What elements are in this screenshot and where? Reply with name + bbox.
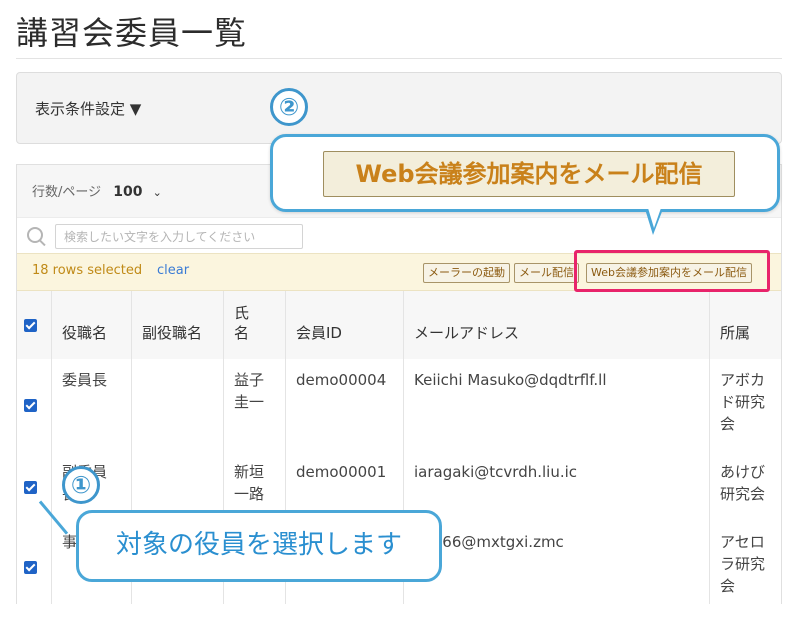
column-header-member-id[interactable]: 会員ID [285,291,403,359]
select-all-checkbox[interactable] [24,319,37,332]
filter-toggle[interactable]: 表示条件設定 ▼ [35,98,141,119]
search-input[interactable] [55,224,303,249]
column-header-name[interactable]: 氏名 [223,291,285,359]
web-meeting-mail-button-enlarged[interactable]: Web会議参加案内をメール配信 [323,151,735,197]
step-2-badge: ② [270,88,308,126]
cell-affiliation: アセロラ研究会 [709,521,781,604]
callout-pointer-inner [648,208,661,228]
mail-send-button[interactable]: メール配信 [514,263,579,283]
search-icon [27,227,43,243]
selection-count: 18 rows selected [32,263,143,278]
launch-mailer-button[interactable]: メーラーの起動 [423,263,510,283]
cell-email: a0666@mxtgxi.zmc [403,521,709,604]
callout-web-meeting: Web会議参加案内をメール配信 [270,134,780,235]
callout-select-members: 対象の役員を選択します [76,510,442,582]
row-checkbox[interactable] [24,481,37,494]
cell-name: 益子圭一 [223,359,285,451]
column-header-role[interactable]: 役職名 [51,291,131,359]
page-size-label: 行数/ページ [32,185,102,200]
step-1-badge: ① [62,466,100,504]
table-header: 役職名 副役職名 氏名 会員ID メールアドレス 所属 [17,291,781,360]
chevron-down-icon: ⌄ [152,186,162,199]
row-checkbox[interactable] [24,399,37,412]
column-header-sub-role[interactable]: 副役職名 [131,291,223,359]
cell-affiliation: アボカド研究会 [709,359,781,451]
page-size-selector[interactable]: 行数/ページ 100 ⌄ [32,181,162,200]
table-row[interactable]: 委員長 益子圭一 demo00004 Keiichi Masuko@dqdtrf… [17,359,781,452]
cell-email: Keiichi Masuko@dqdtrflf.ll [403,359,709,451]
cell-role: 委員長 [51,359,131,451]
page-size-value: 100 [113,184,143,200]
cell-email: iaragaki@tcvrdh.liu.ic [403,451,709,521]
search-row [17,217,781,254]
web-meeting-button-highlight [574,250,770,292]
cell-sub-role [131,359,223,451]
cell-member-id: demo00004 [285,359,403,451]
page-title: 講習会委員一覧 [16,14,248,52]
cell-affiliation: あけび研究会 [709,451,781,521]
row-checkbox[interactable] [24,561,37,574]
column-header-email[interactable]: メールアドレス [403,291,709,359]
title-divider [16,58,782,59]
column-header-affiliation[interactable]: 所属 [709,291,781,359]
clear-selection-link[interactable]: clear [157,263,189,278]
